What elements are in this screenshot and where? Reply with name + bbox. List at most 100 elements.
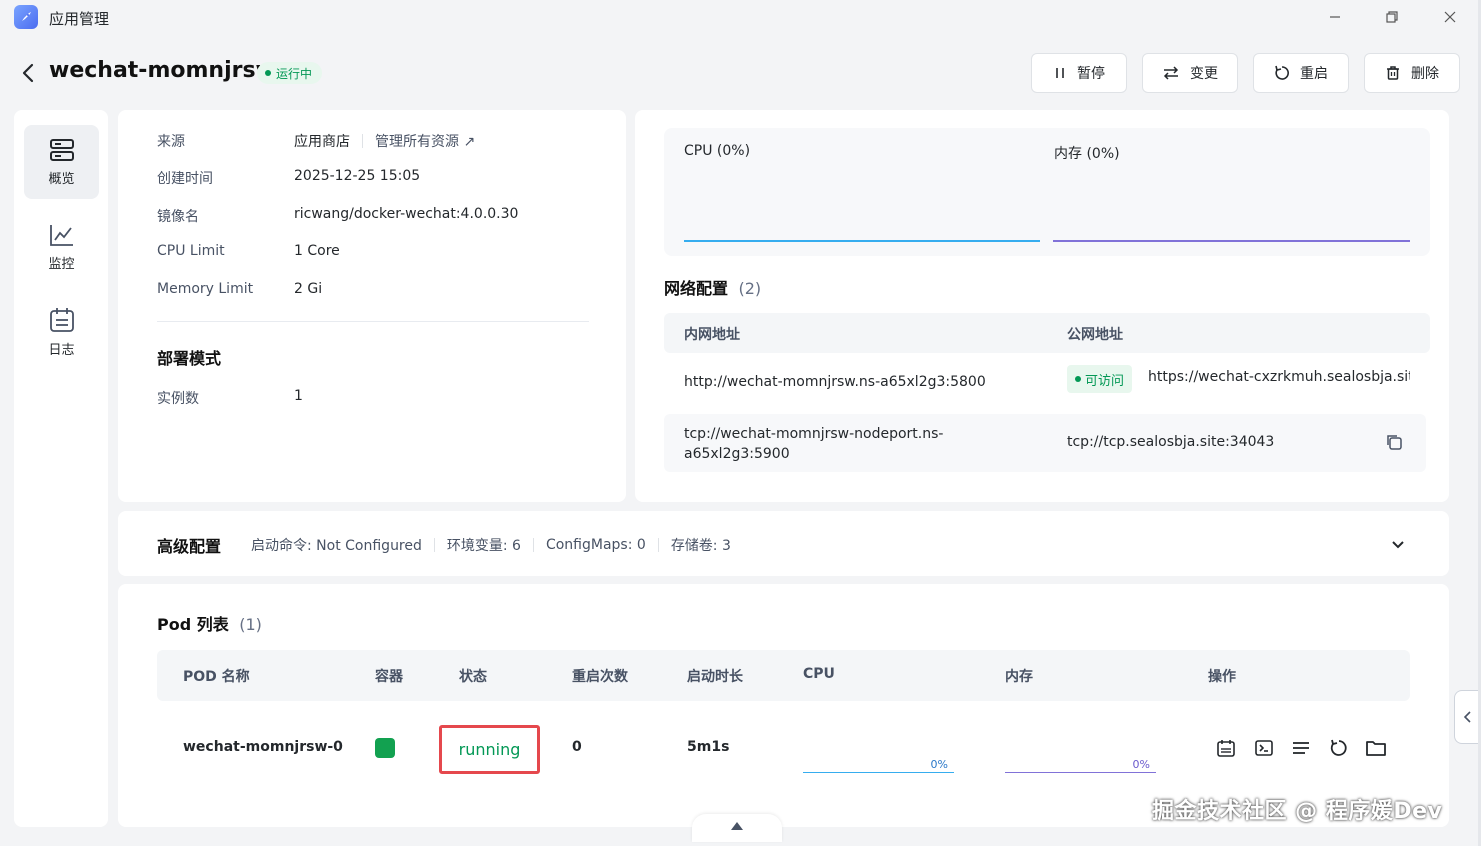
manage-resources-label: 管理所有资源 — [375, 134, 459, 150]
image-value: ricwang/docker-wechat:4.0.0.30 — [294, 206, 519, 222]
col-pod-name: POD 名称 — [183, 669, 250, 685]
rocket-icon — [14, 5, 38, 29]
container-status-icon[interactable] — [375, 738, 395, 758]
col-actions: 操作 — [1208, 669, 1236, 685]
scroll-up-button[interactable] — [692, 814, 782, 842]
accessible-label: 可访问 — [1085, 373, 1125, 389]
chart-icon — [49, 224, 73, 246]
memory-usage-pct: (0%) — [1086, 146, 1120, 162]
advanced-config-summary: 启动命令: Not Configured 环境变量: 6 ConfigMaps:… — [251, 535, 731, 555]
restart-pod-icon[interactable] — [1328, 737, 1350, 759]
col-status: 状态 — [459, 669, 487, 685]
pod-list-title: Pod 列表 (1) — [157, 611, 262, 635]
side-panel-toggle[interactable] — [1454, 690, 1481, 744]
private-address[interactable]: http://wechat-momnjrsw.ns-a65xl2g3:5800 — [684, 374, 986, 390]
restart-button[interactable]: 重启 — [1253, 53, 1349, 93]
created-label: 创建时间 — [157, 171, 213, 187]
pod-list-title-text: Pod 列表 — [157, 615, 229, 634]
cpu-usage-title: CPU (0%) — [684, 143, 750, 159]
replicas-label: 实例数 — [157, 391, 199, 407]
restore-icon[interactable] — [1379, 6, 1405, 28]
created-value: 2025-12-25 15:05 — [294, 168, 421, 184]
caret-up-icon — [731, 822, 743, 830]
status-dot-icon — [1075, 376, 1081, 382]
pause-button[interactable]: 暂停 — [1031, 53, 1127, 93]
memory-usage-label: 内存 — [1054, 146, 1082, 162]
pod-cpu-value: 0% — [930, 758, 948, 771]
pod-name: wechat-momnjrsw-0 — [183, 739, 343, 755]
external-link-icon: ↗ — [463, 134, 476, 150]
public-address-link[interactable]: https://wechat-cxzrkmuh.sealosbja.site — [1148, 369, 1410, 385]
restart-icon — [1275, 65, 1289, 80]
manage-resources-link[interactable]: 管理所有资源 ↗ — [375, 131, 475, 151]
source-text: 应用商店 — [294, 134, 350, 150]
memory-usage-line — [1053, 240, 1410, 242]
monitor-panel — [664, 128, 1430, 256]
cpu-usage-line — [684, 240, 1040, 242]
source-label: 来源 — [157, 134, 185, 150]
pause-icon — [1056, 68, 1064, 78]
sidebar-item-label: 监控 — [48, 256, 75, 272]
server-icon — [49, 138, 74, 161]
public-address[interactable]: tcp://tcp.sealosbja.site:34043 — [1067, 434, 1274, 450]
memory-usage-title: 内存 (0%) — [1054, 143, 1120, 163]
private-address-line: a65xl2g3:5900 — [684, 446, 790, 462]
back-icon[interactable] — [19, 62, 37, 88]
divider — [433, 538, 435, 552]
network-title: 网络配置 (2) — [664, 275, 761, 299]
replicas-value: 1 — [294, 388, 303, 404]
minimize-icon[interactable] — [1322, 6, 1348, 28]
sidebar-item-logs[interactable]: 日志 — [24, 295, 99, 369]
accessible-badge: 可访问 — [1067, 365, 1133, 393]
pod-count: (1) — [239, 615, 262, 634]
col-memory: 内存 — [1005, 669, 1033, 685]
swap-icon — [1163, 66, 1179, 80]
chevron-left-icon — [1463, 711, 1471, 723]
pod-status: running — [458, 740, 521, 759]
start-command: 启动命令: Not Configured — [251, 538, 422, 554]
title-bar: 应用管理 — [0, 0, 1481, 36]
pod-cpu-sparkline: 0% — [803, 757, 954, 773]
detail-icon[interactable] — [1215, 737, 1237, 759]
restart-label: 重启 — [1300, 66, 1328, 82]
folder-icon[interactable] — [1365, 737, 1387, 759]
cpu-limit-value: 1 Core — [294, 243, 340, 259]
close-icon[interactable] — [1437, 6, 1463, 28]
pod-uptime: 5m1s — [687, 739, 730, 755]
change-button[interactable]: 变更 — [1142, 53, 1238, 93]
cpu-usage-pct: (0%) — [716, 143, 751, 159]
terminal-icon[interactable] — [1253, 737, 1275, 759]
col-uptime: 启动时长 — [687, 669, 743, 685]
calendar-log-icon — [49, 307, 74, 332]
divider — [157, 321, 589, 322]
divider — [532, 538, 534, 552]
pod-restarts: 0 — [572, 739, 582, 755]
sidebar-item-label: 日志 — [48, 342, 75, 358]
pod-memory-value: 0% — [1132, 758, 1150, 771]
private-address-line: tcp://wechat-momnjrsw-nodeport.ns- — [684, 426, 944, 442]
status-text: 运行中 — [276, 66, 313, 81]
chevron-down-icon[interactable] — [1390, 538, 1406, 556]
pause-label: 暂停 — [1077, 66, 1105, 82]
logs-icon[interactable] — [1290, 737, 1312, 759]
memory-limit-value: 2 Gi — [294, 281, 323, 297]
watermark: 掘金技术社区 @ 程序媛Dev — [1152, 799, 1443, 824]
sidebar-item-overview[interactable]: 概览 — [24, 125, 99, 199]
network-title-text: 网络配置 — [664, 279, 729, 298]
copy-icon[interactable] — [1385, 433, 1403, 455]
col-private-address: 内网地址 — [684, 327, 740, 343]
status-badge: 运行中 — [257, 62, 323, 84]
delete-label: 删除 — [1411, 66, 1439, 82]
sidebar-item-monitor[interactable]: 监控 — [24, 210, 99, 284]
change-label: 变更 — [1190, 66, 1218, 82]
app-name: wechat-momnjrsw — [49, 58, 276, 83]
col-cpu: CPU — [803, 666, 835, 682]
image-label: 镜像名 — [157, 209, 199, 225]
sidebar-item-label: 概览 — [48, 171, 75, 187]
delete-button[interactable]: 删除 — [1364, 53, 1460, 93]
env-vars: 环境变量: 6 — [446, 538, 521, 554]
col-container: 容器 — [375, 669, 403, 685]
private-address[interactable]: tcp://wechat-momnjrsw-nodeport.ns- a65xl… — [684, 424, 943, 464]
configmaps: ConfigMaps: 0 — [545, 537, 646, 553]
sidebar: 概览 监控 日志 — [14, 110, 108, 827]
